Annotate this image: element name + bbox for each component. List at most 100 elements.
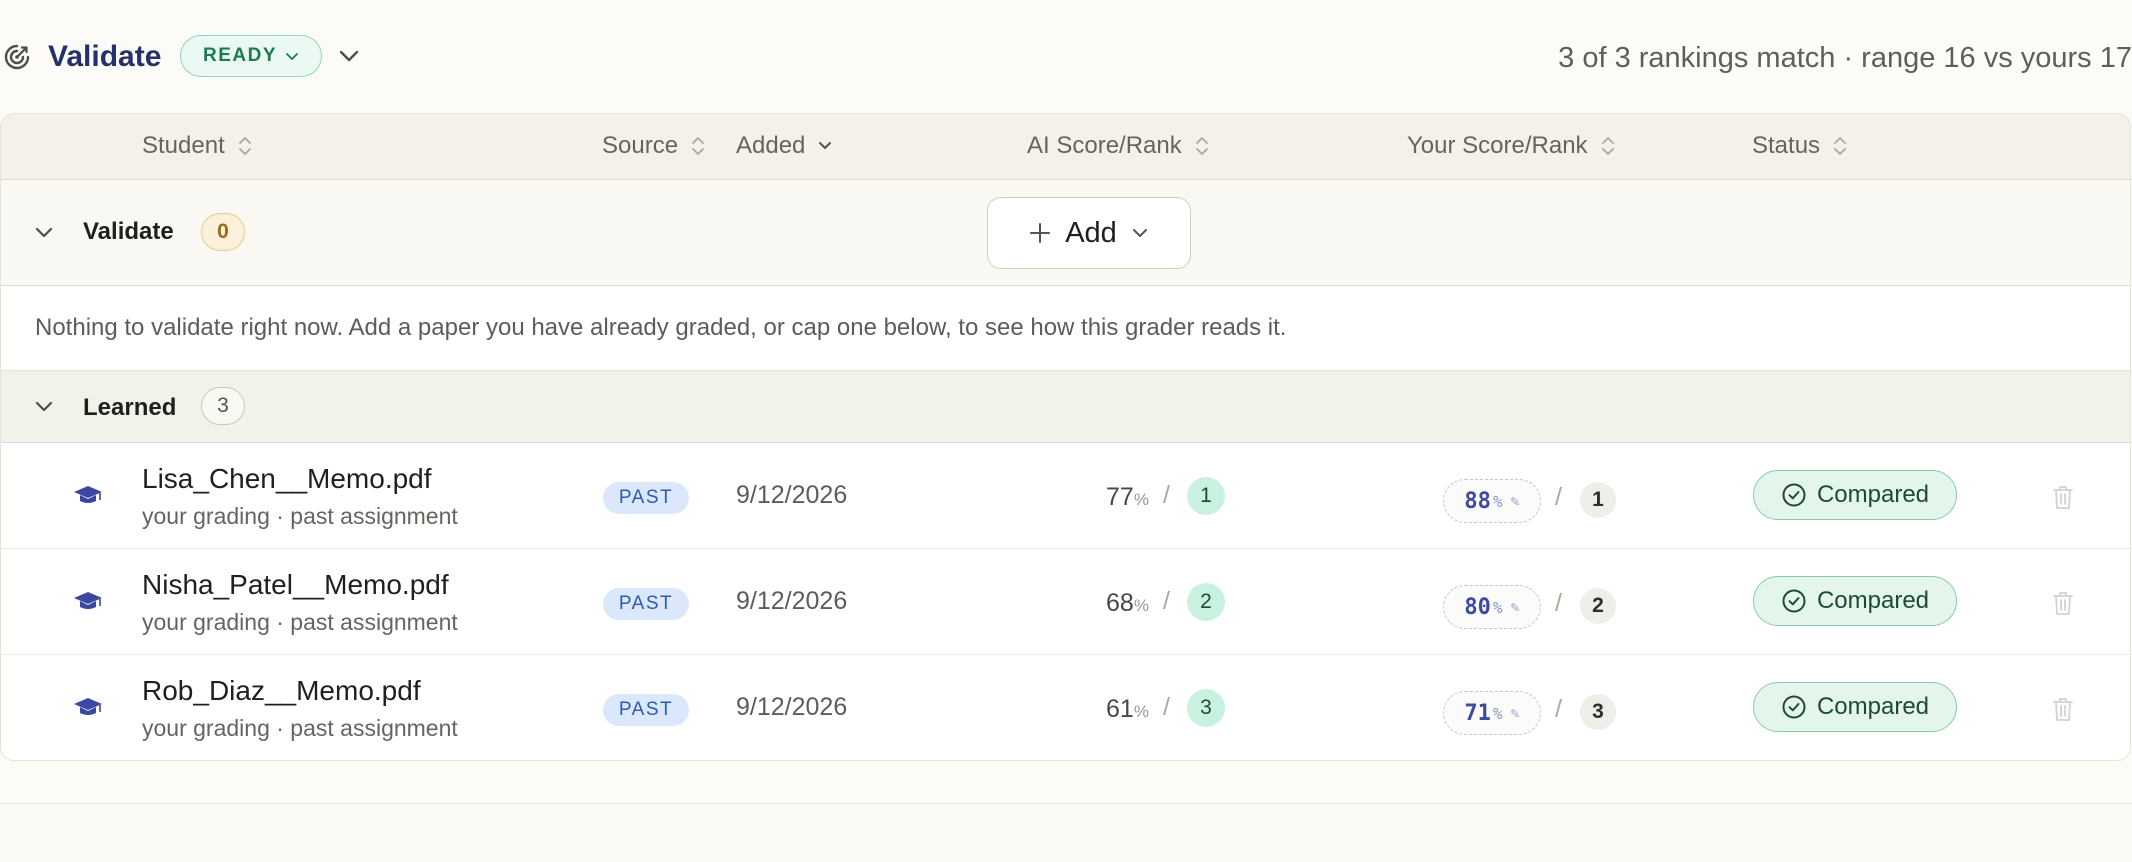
- pencil-icon: ✎: [1510, 492, 1520, 510]
- percent-sign: %: [1492, 703, 1503, 723]
- plus-icon: [1030, 223, 1051, 243]
- source-badge: PAST: [603, 588, 689, 620]
- percent-sign: %: [1133, 702, 1149, 721]
- status-compared-badge: Compared: [1753, 470, 1957, 520]
- add-button-label: Add: [1065, 216, 1117, 249]
- group-learned: Learned 3: [1, 371, 2130, 443]
- table-row[interactable]: Rob_Diaz__Memo.pdf your grading · past a…: [1, 655, 2130, 760]
- file-name[interactable]: Rob_Diaz__Memo.pdf: [142, 675, 421, 707]
- percent-sign: %: [1492, 597, 1503, 617]
- learned-count-badge: 3: [201, 387, 245, 425]
- status-compared-badge: Compared: [1753, 682, 1957, 732]
- score-rank-divider: /: [1163, 587, 1170, 615]
- trash-icon[interactable]: [2051, 590, 2075, 616]
- added-date: 9/12/2026: [736, 693, 848, 721]
- score-rank-divider: /: [1163, 693, 1170, 721]
- ai-score-value: 61: [1106, 695, 1134, 723]
- table-row[interactable]: Lisa_Chen__Memo.pdf your grading · past …: [1, 443, 2130, 549]
- your-score-editable[interactable]: 80% ✎: [1443, 585, 1541, 629]
- ai-score-value: 77: [1106, 483, 1134, 511]
- score-rank-divider: /: [1555, 483, 1562, 511]
- trash-icon[interactable]: [2051, 484, 2075, 510]
- ai-score-value: 68: [1106, 589, 1134, 617]
- column-ai-score[interactable]: AI Score/Rank: [1027, 132, 1210, 160]
- empty-state: Nothing to validate right now. Add a pap…: [1, 286, 2130, 371]
- sort-icon: [238, 137, 251, 155]
- group-validate-label: Validate: [83, 218, 174, 245]
- status-label: Compared: [1816, 587, 1930, 614]
- column-status[interactable]: Status: [1752, 132, 1848, 160]
- status-label: Compared: [1816, 481, 1930, 508]
- score-rank-divider: /: [1555, 589, 1562, 617]
- ai-rank-badge: 1: [1187, 477, 1225, 515]
- chevron-down-icon: [286, 53, 298, 60]
- chevron-down-icon: [1132, 229, 1147, 237]
- footer-band: [0, 803, 2132, 862]
- percent-sign: %: [1492, 491, 1503, 511]
- ai-score: 61%: [1106, 695, 1149, 724]
- ai-rank-badge: 2: [1187, 583, 1225, 621]
- your-score-value: 80: [1464, 594, 1491, 620]
- status-compared-badge: Compared: [1753, 576, 1957, 626]
- your-rank-badge: 3: [1580, 694, 1616, 730]
- source-badge: PAST: [603, 694, 689, 726]
- your-score-editable[interactable]: 88% ✎: [1443, 479, 1541, 523]
- empty-state-message: Nothing to validate right now. Add a pap…: [35, 314, 1287, 341]
- chevron-down-icon: [819, 142, 832, 149]
- status-badge[interactable]: READY: [180, 35, 322, 77]
- ai-score: 68%: [1106, 589, 1149, 618]
- file-name[interactable]: Lisa_Chen__Memo.pdf: [142, 463, 432, 495]
- title-menu-chevron-icon[interactable]: [337, 46, 361, 66]
- score-rank-divider: /: [1555, 695, 1562, 723]
- sort-icon: [1195, 137, 1208, 155]
- file-name[interactable]: Nisha_Patel__Memo.pdf: [142, 569, 449, 601]
- column-status-label: Status: [1752, 132, 1821, 159]
- file-subtitle: your grading · past assignment: [142, 503, 458, 529]
- column-student-label: Student: [142, 132, 225, 159]
- graduation-cap-icon: [74, 486, 102, 503]
- table-header: Student Source Added AI Score/Rank Your …: [1, 114, 2130, 180]
- added-date: 9/12/2026: [736, 587, 848, 615]
- check-circle-icon: [1782, 695, 1806, 719]
- column-student[interactable]: Student: [142, 132, 253, 160]
- ai-score: 77%: [1106, 483, 1149, 512]
- your-score-editable[interactable]: 71% ✎: [1443, 691, 1541, 735]
- sort-icon: [1834, 137, 1846, 155]
- check-circle-icon: [1782, 589, 1806, 613]
- your-rank-badge: 1: [1580, 482, 1616, 518]
- page-title: Validate: [48, 40, 162, 73]
- graduation-cap-icon: [74, 698, 102, 715]
- add-button[interactable]: Add: [987, 197, 1191, 269]
- your-rank-badge: 2: [1580, 588, 1616, 624]
- collapse-chevron-icon[interactable]: [32, 223, 56, 243]
- top-bar: Validate READY 3 of 3 rankings match · r…: [0, 28, 2132, 86]
- source-badge: PAST: [603, 482, 689, 514]
- added-date: 9/12/2026: [736, 481, 848, 509]
- sort-icon: [692, 137, 704, 155]
- file-subtitle: your grading · past assignment: [142, 609, 458, 635]
- trash-icon[interactable]: [2051, 696, 2075, 722]
- column-source[interactable]: Source: [602, 132, 706, 160]
- pencil-icon: ✎: [1510, 704, 1520, 722]
- your-score-value: 71: [1464, 700, 1491, 726]
- file-subtitle: your grading · past assignment: [142, 715, 458, 741]
- table-row[interactable]: Nisha_Patel__Memo.pdf your grading · pas…: [1, 549, 2130, 655]
- column-added[interactable]: Added: [736, 132, 833, 160]
- column-ai-score-label: AI Score/Rank: [1027, 132, 1182, 159]
- column-source-label: Source: [602, 132, 679, 159]
- score-rank-divider: /: [1163, 481, 1170, 509]
- group-validate: Validate 0 Add: [1, 180, 2130, 286]
- collapse-chevron-icon[interactable]: [32, 397, 56, 417]
- group-learned-label: Learned: [83, 394, 177, 421]
- grading-table: Student Source Added AI Score/Rank Your …: [0, 113, 2131, 761]
- percent-sign: %: [1133, 596, 1149, 615]
- grader-logo-icon: [4, 44, 30, 70]
- graduation-cap-icon: [74, 592, 102, 609]
- validate-count-badge: 0: [201, 213, 245, 251]
- column-your-score[interactable]: Your Score/Rank: [1407, 132, 1616, 160]
- percent-sign: %: [1133, 490, 1149, 509]
- column-added-label: Added: [736, 132, 806, 159]
- status-label: Compared: [1816, 693, 1930, 720]
- sort-icon: [1601, 137, 1614, 155]
- check-circle-icon: [1782, 483, 1806, 507]
